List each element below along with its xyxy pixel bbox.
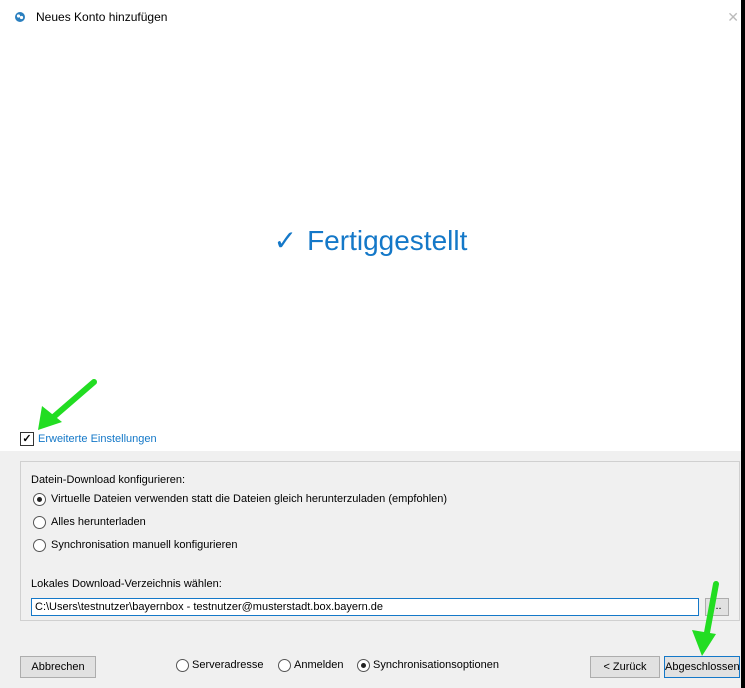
step-radio[interactable]: [357, 659, 370, 672]
close-icon[interactable]: ✕: [727, 9, 739, 26]
advanced-settings-checkbox[interactable]: ✓: [20, 432, 34, 446]
window-title: Neues Konto hinzufügen: [36, 10, 168, 24]
back-button[interactable]: < Zurück: [590, 656, 660, 678]
cloud-app-icon: [15, 12, 25, 22]
cancel-button[interactable]: Abbrechen: [20, 656, 96, 678]
completed-status: ✓ Fertiggestellt: [0, 224, 741, 257]
advanced-settings-panel: Datein-Download konfigurieren: Virtuelle…: [20, 461, 740, 621]
radio-manual-sync[interactable]: [33, 539, 46, 552]
step-label: Anmelden: [294, 659, 344, 671]
finish-button[interactable]: Abgeschlossen: [664, 656, 740, 678]
option-label: Alles herunterladen: [51, 516, 146, 528]
download-dir-label: Lokales Download-Verzeichnis wählen:: [31, 578, 222, 590]
step-label: Synchronisationsoptionen: [373, 659, 499, 671]
radio-virtual-files[interactable]: [33, 493, 46, 506]
completed-text: Fertiggestellt: [307, 225, 468, 256]
download-config-label: Datein-Download konfigurieren:: [31, 474, 186, 486]
option-label: Synchronisation manuell konfigurieren: [51, 539, 238, 551]
content-area: ✓ Fertiggestellt: [0, 34, 741, 451]
footer-bar: Abbrechen Serveradresse Anmelden Synchro…: [0, 630, 741, 688]
radio-download-all[interactable]: [33, 516, 46, 529]
browse-button[interactable]: ...: [705, 598, 729, 616]
option-label: Virtuelle Dateien verwenden statt die Da…: [51, 493, 448, 505]
advanced-settings-label[interactable]: Erweiterte Einstellungen: [38, 433, 157, 445]
step-label: Serveradresse: [192, 659, 264, 671]
step-radio[interactable]: [278, 659, 291, 672]
title-bar: Neues Konto hinzufügen ✕: [0, 0, 741, 34]
step-radio[interactable]: [176, 659, 189, 672]
download-dir-input[interactable]: [31, 598, 699, 616]
add-account-dialog: Neues Konto hinzufügen ✕ ✓ Fertiggestellt…: [0, 0, 743, 688]
checkmark-icon: ✓: [273, 225, 298, 256]
